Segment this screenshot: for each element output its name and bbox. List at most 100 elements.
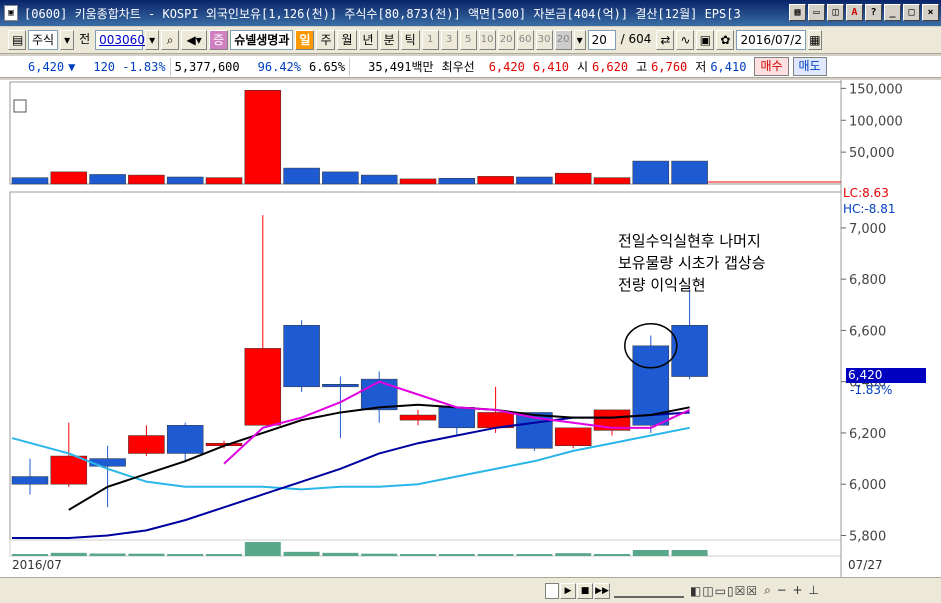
volume-bar [244, 90, 282, 185]
tool-icons[interactable]: ◧◫▭▯☒☒ [690, 584, 758, 598]
volume-bar [516, 176, 553, 185]
volume-tick-label: 100,000 [849, 114, 903, 129]
minimize-button[interactable]: _ [884, 4, 901, 21]
down-arrow-icon: ▼ [68, 59, 76, 74]
sub-volume-bar [167, 554, 204, 556]
last-price-tag: 6,420 [846, 368, 926, 383]
jeung-button[interactable]: 증 [209, 30, 229, 50]
chevron-down-icon[interactable]: ▾ [60, 30, 75, 50]
volume-bar [360, 174, 398, 185]
annotation-line: 전량 이익실현 [618, 276, 706, 294]
period-tick-button[interactable]: 틱 [400, 30, 420, 50]
high-price: 6,760 [651, 59, 688, 74]
letter-a-icon[interactable]: A [846, 4, 863, 21]
candle-body [399, 414, 437, 421]
minute-1-button[interactable]: 1 [421, 30, 439, 50]
sub-volume-bar [322, 552, 359, 556]
play-icon[interactable]: ▶ [560, 582, 576, 599]
sub-volume-bar [361, 553, 398, 556]
sub-volume-bar [244, 542, 281, 556]
candle-body [166, 425, 204, 454]
minute-20-button[interactable]: 20 [497, 30, 515, 50]
gear-icon[interactable]: ✿ [716, 30, 735, 50]
fast-forward-icon[interactable]: ▶▶ [594, 582, 610, 599]
date-axis-start: 2016/07 [12, 558, 62, 572]
price-tick-label: 6,800 [849, 273, 886, 288]
sell-button[interactable]: 매도 [792, 57, 827, 76]
stock-code-input[interactable]: 003060 [95, 30, 145, 50]
window-controls: ▦ ▭ ◫ A ? _ □ × [789, 4, 939, 21]
close-button[interactable]: × [922, 4, 939, 21]
volume-bar [632, 160, 670, 185]
minute-dropdown-icon[interactable]: ▾ [573, 30, 586, 50]
buy-button[interactable]: 매수 [754, 57, 789, 76]
stock-chart[interactable]: 150,000100,00050,0007,0006,8006,6006,400… [0, 80, 941, 577]
hc-label: HC:-8.81 [843, 202, 896, 216]
minute-10-button[interactable]: 10 [478, 30, 496, 50]
total-count-label: / 604 [620, 32, 652, 46]
minute-30-button[interactable]: 30 [535, 30, 553, 50]
sub-volume-bar [516, 554, 553, 556]
minute-60-button[interactable]: 60 [516, 30, 534, 50]
stock-name-field: 슈넬생명과 [230, 30, 294, 50]
sub-volume-bar [50, 552, 87, 556]
minute-5-button[interactable]: 5 [459, 30, 477, 50]
period-month-button[interactable]: 월 [337, 30, 357, 50]
annotation-line: 보유물량 시초가 갭상승 [618, 254, 766, 272]
minute-3-button[interactable]: 3 [440, 30, 458, 50]
turnover-rate: 6.65% [309, 59, 346, 74]
volume-bar [128, 174, 165, 185]
volume-bar [89, 174, 126, 185]
scroll-track[interactable] [545, 582, 559, 599]
volume-bar [283, 167, 320, 185]
sub-volume-bar [12, 554, 48, 556]
chart-app-icon: ▣ [4, 5, 18, 21]
settings-icon[interactable]: ▤ [8, 30, 26, 50]
sub-volume-bar [400, 554, 436, 556]
minute-20b-button[interactable]: 20 [554, 30, 572, 50]
count-input[interactable]: 20 [587, 30, 616, 50]
sub-volume-bar [477, 554, 514, 556]
speaker-icon[interactable]: ◀▾ [181, 30, 208, 50]
tile-icon[interactable]: ◫ [827, 4, 844, 21]
candle-body [283, 325, 320, 388]
transfer-icon[interactable]: ⇄ [656, 30, 675, 50]
volume-bar [166, 176, 204, 185]
code-dropdown-icon[interactable]: ▾ [145, 30, 160, 50]
period-year-button[interactable]: 년 [358, 30, 378, 50]
period-minute-button[interactable]: 분 [379, 30, 399, 50]
volume-bar [11, 177, 49, 185]
volume-bar [477, 176, 514, 185]
open-label: 시 [576, 60, 588, 74]
date-input[interactable]: 2016/07/2 [736, 30, 806, 50]
last-price-change: -1.83% [850, 383, 893, 397]
priority-label: 최우선 [441, 60, 475, 74]
maximize-button[interactable]: □ [903, 4, 920, 21]
search-icon[interactable]: ⌕ [161, 30, 180, 50]
zoom-slider[interactable] [614, 584, 684, 598]
save-icon[interactable]: ▣ [696, 30, 715, 50]
market-select[interactable]: 주식 [28, 30, 59, 50]
sub-volume-bar [555, 553, 592, 556]
price-tick-label: 6,200 [849, 427, 886, 442]
low-price: 6,410 [710, 59, 747, 74]
candle-body [244, 348, 282, 426]
chart-area[interactable]: 150,000 100,000 50,000 7,000 6,800 6,600 6,400… [0, 80, 941, 603]
volume-bar [50, 171, 88, 185]
sub-volume-bar [283, 551, 320, 556]
volume-tick-label: 50,000 [849, 146, 895, 161]
line-chart-icon[interactable]: ∿ [676, 30, 695, 50]
lc-label: LC:8.63 [843, 186, 889, 200]
calendar-icon[interactable]: ▦ [807, 30, 822, 50]
quote-bar: 6,420 ▼ 120 -1.83% 5,377,600 96.42% 6.65… [0, 56, 941, 78]
grid-icon[interactable]: ▦ [789, 4, 806, 21]
date-axis-end: 07/27 [848, 558, 883, 572]
restore-icon[interactable]: ▭ [808, 4, 825, 21]
zoom-icon[interactable]: ⌕ − + ⊥ [764, 583, 820, 598]
stop-icon[interactable]: ■ [577, 582, 593, 599]
period-day-button[interactable]: 일 [295, 30, 315, 50]
help-icon[interactable]: ? [865, 4, 882, 21]
period-week-button[interactable]: 주 [316, 30, 336, 50]
candle-body [11, 476, 49, 485]
candle-body [360, 378, 398, 411]
